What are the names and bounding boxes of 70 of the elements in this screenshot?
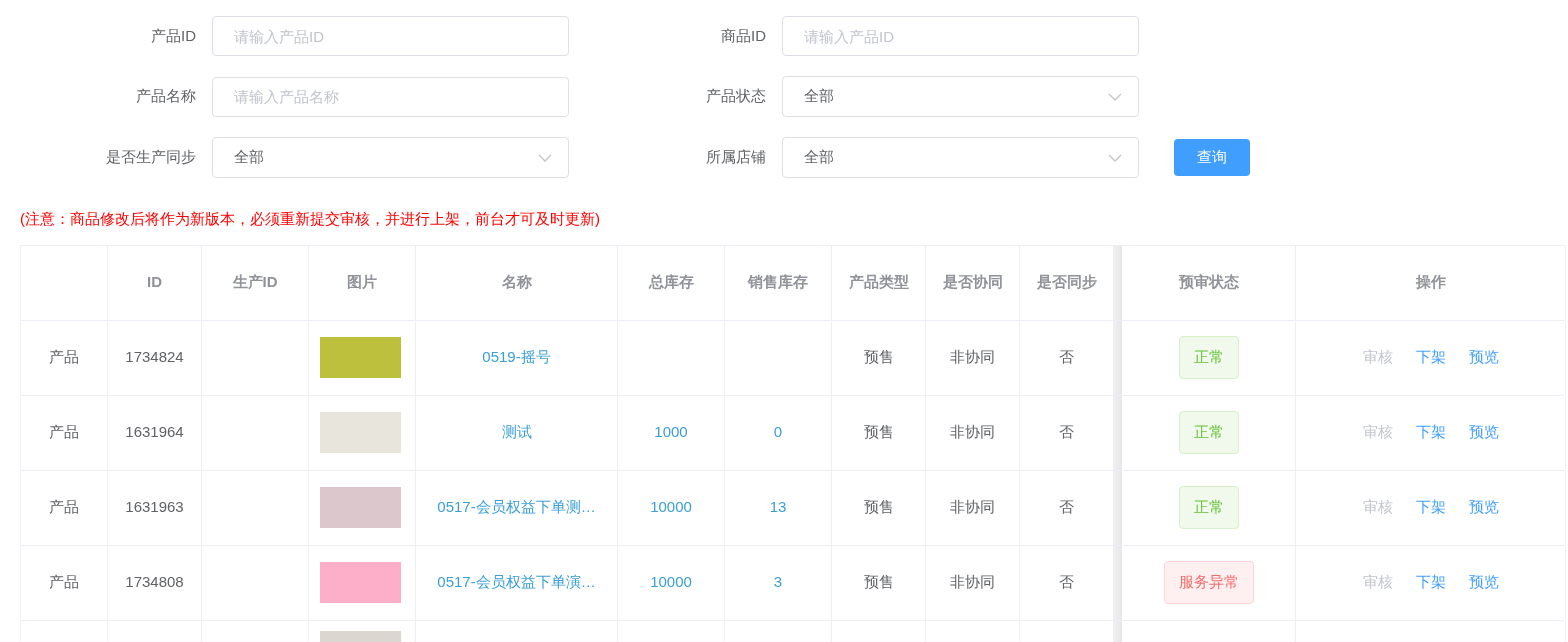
column-header: 是否协同 [942, 272, 1003, 293]
product-name-link[interactable]: 0519-摇号 [482, 346, 551, 369]
stock-link[interactable]: 1000 [654, 421, 688, 444]
product-name-link[interactable]: 0517-会员权益下单演… [437, 571, 596, 594]
stock-link[interactable]: 3 [773, 571, 783, 594]
status-tag: 服务异常 [1163, 561, 1254, 604]
action-link[interactable]: 下架 [1415, 346, 1446, 369]
status-tag: 正常 [1178, 486, 1239, 529]
table-cell-text: 预售 [863, 347, 894, 368]
stock-link[interactable]: 13 [769, 496, 787, 519]
table-cell-text: 否 [1059, 572, 1074, 593]
product-name-link[interactable]: 测试 [501, 421, 532, 444]
table-cell-text: 产品 [49, 347, 79, 368]
input-field[interactable]: 请输入产品ID [782, 16, 1139, 56]
filter-label: 所属店铺 [705, 147, 767, 168]
table-cell-text: 否 [1059, 347, 1074, 368]
table-cell-text: 非协同 [950, 497, 995, 518]
product-name-link[interactable]: 0517-会员权益下单测… [437, 496, 596, 519]
status-tag: 正常 [1178, 411, 1239, 454]
table-cell-text: 预售 [863, 497, 894, 518]
input-field[interactable]: 请输入产品名称 [212, 76, 569, 117]
table-cell-text: 1631963 [125, 497, 184, 518]
table-cell-text: 预售 [863, 572, 894, 593]
filter-label: 是否生产同步 [105, 147, 197, 168]
action-link[interactable]: 预览 [1468, 421, 1499, 444]
table-cell-text: 预售 [863, 422, 894, 443]
select-field[interactable]: 全部 [212, 137, 569, 178]
column-header: ID [147, 272, 162, 293]
chevron-down-icon [1108, 92, 1122, 101]
select-field[interactable]: 全部 [782, 137, 1139, 178]
chevron-down-icon [538, 153, 552, 162]
column-header: 预审状态 [1178, 272, 1239, 293]
notice-text: (注意：商品修改后将作为新版本，必须重新提交审核，并进行上架，前台才可及时更新) [20, 209, 601, 229]
action-link[interactable]: 预览 [1468, 571, 1499, 594]
action-link[interactable]: 预览 [1468, 496, 1499, 519]
column-header: 名称 [501, 272, 532, 293]
action-link[interactable]: 预览 [1468, 346, 1499, 369]
input-field[interactable]: 请输入产品ID [212, 16, 569, 56]
filter-label: 产品ID [150, 25, 197, 46]
table-cell-text: 非协同 [950, 572, 995, 593]
select-field[interactable]: 全部 [782, 76, 1139, 117]
table-cell-text: 否 [1059, 497, 1074, 518]
stock-link[interactable]: 10000 [650, 496, 692, 519]
action-link[interactable]: 下架 [1415, 571, 1446, 594]
column-header: 产品类型 [848, 272, 909, 293]
column-header: 销售库存 [748, 272, 808, 293]
filter-label: 商品ID [720, 25, 767, 46]
action-link[interactable]: 下架 [1415, 421, 1446, 444]
column-header: 图片 [347, 272, 377, 293]
filter-label: 产品状态 [705, 86, 767, 107]
filter-label: 产品名称 [135, 86, 197, 107]
column-header: 操作 [1415, 272, 1446, 293]
table-cell-text: 1734808 [125, 572, 184, 593]
table-cell-text: 否 [1059, 422, 1074, 443]
table-cell-text: 产品 [49, 422, 79, 443]
table-cell-text: 非协同 [950, 347, 995, 368]
table-cell-text: 产品 [49, 497, 79, 518]
table-cell-text: 1631964 [125, 422, 184, 443]
table-cell-text: 非协同 [950, 422, 995, 443]
action-link[interactable]: 下架 [1415, 496, 1446, 519]
column-header: 生产ID [232, 272, 278, 293]
stock-link[interactable]: 10000 [650, 571, 692, 594]
stock-link[interactable]: 0 [773, 421, 783, 444]
column-header: 总库存 [648, 272, 694, 293]
table-cell-text: 产品 [49, 572, 79, 593]
table-cell-text: 1734824 [125, 347, 184, 368]
chevron-down-icon [1108, 153, 1122, 162]
column-header: 是否同步 [1036, 272, 1097, 293]
status-tag: 正常 [1178, 336, 1239, 379]
query-button[interactable]: 查询 [1174, 139, 1250, 176]
